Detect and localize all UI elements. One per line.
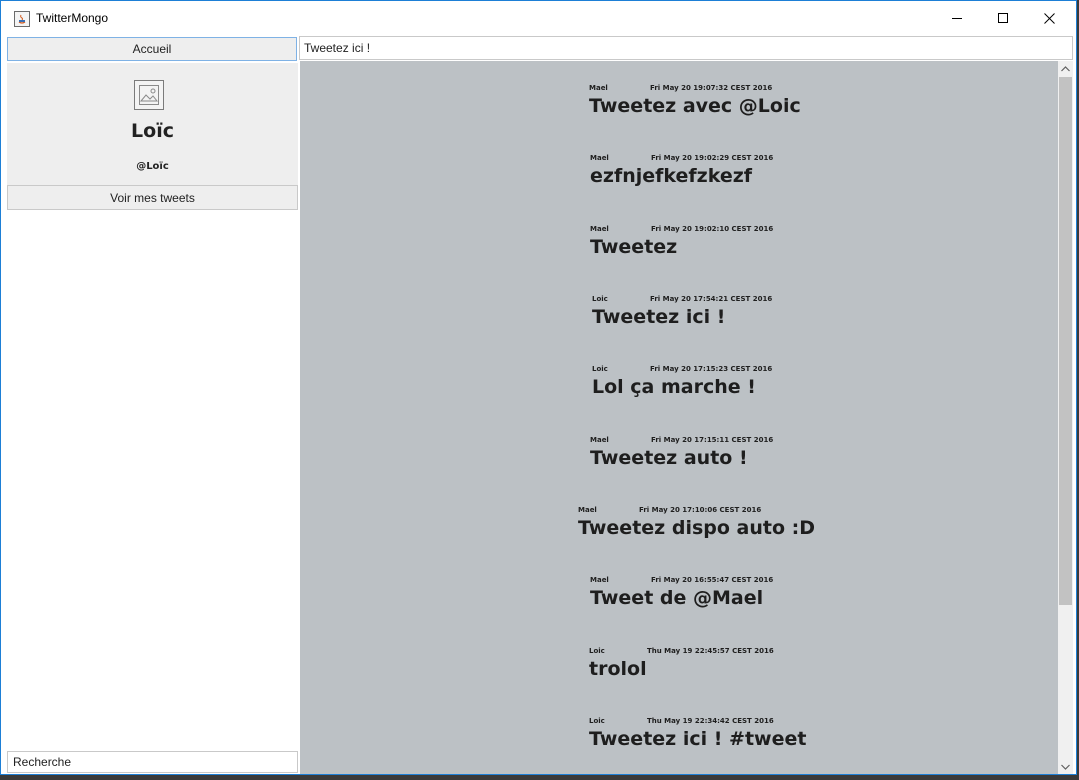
- tweet-feed[interactable]: Mael Fri May 20 19:07:32 CEST 2016 Tweet…: [300, 61, 1058, 774]
- tweet-date: Fri May 20 16:55:47 CEST 2016: [651, 576, 774, 584]
- window-title: TwitterMongo: [36, 11, 109, 25]
- tweet-author: Mael: [589, 84, 608, 92]
- java-app-icon: [14, 11, 30, 27]
- tweet-text: Tweetez: [590, 236, 678, 258]
- minimize-button[interactable]: [934, 1, 980, 35]
- sidebar: Accueil Loïc @Loïc Voir mes tweets: [6, 36, 299, 774]
- image-placeholder-icon: [139, 85, 159, 105]
- tweet-date: Fri May 20 17:15:23 CEST 2016: [650, 365, 773, 373]
- profile-handle: @Loïc: [136, 161, 169, 172]
- profile-name: Loïc: [131, 120, 174, 142]
- scroll-up-button[interactable]: [1058, 61, 1073, 76]
- tweet-text: Tweetez ici !: [592, 306, 726, 328]
- tweet-text: ezfnjefkefzkezf: [590, 165, 753, 187]
- search-input[interactable]: [7, 751, 298, 773]
- close-icon: [1043, 12, 1055, 24]
- tweet-date: Fri May 20 19:02:10 CEST 2016: [651, 225, 774, 233]
- tweet-date: Fri May 20 17:10:06 CEST 2016: [639, 506, 762, 514]
- tweet-text: trolol: [589, 658, 647, 680]
- tweet-author: Loic: [592, 365, 608, 373]
- tweet-date: Thu May 19 22:45:57 CEST 2016: [647, 647, 774, 655]
- close-button[interactable]: [1026, 1, 1072, 35]
- tweet-author: Mael: [578, 506, 597, 514]
- avatar: [134, 80, 164, 110]
- tweet-author: Mael: [590, 576, 609, 584]
- maximize-button[interactable]: [980, 1, 1026, 35]
- tweet-date: Fri May 20 17:54:21 CEST 2016: [650, 295, 773, 303]
- tweet-author: Loic: [592, 295, 608, 303]
- tweet-author: Loic: [589, 647, 605, 655]
- tweet-date: Fri May 20 17:15:11 CEST 2016: [651, 436, 774, 444]
- minimize-icon: [951, 17, 962, 19]
- scroll-thumb[interactable]: [1059, 77, 1072, 605]
- tweet-text: Lol ça marche !: [592, 376, 756, 398]
- chevron-up-icon: [1061, 65, 1070, 71]
- tweet-text: Tweetez dispo auto :D: [578, 517, 815, 539]
- tweet-compose-input[interactable]: [299, 36, 1073, 60]
- scroll-down-button[interactable]: [1058, 759, 1073, 774]
- tweet-author: Mael: [590, 154, 609, 162]
- tweet-text: Tweetez ici ! #tweet: [589, 728, 807, 750]
- tweet-text: Tweetez avec @Loic: [589, 95, 801, 117]
- tweet-author: Loic: [589, 717, 605, 725]
- tweet-date: Thu May 19 22:34:42 CEST 2016: [647, 717, 774, 725]
- my-tweets-button[interactable]: Voir mes tweets: [7, 185, 298, 210]
- tweet-author: Mael: [590, 225, 609, 233]
- maximize-icon: [997, 12, 1008, 23]
- tweet-text: Tweet de @Mael: [590, 587, 764, 609]
- home-button[interactable]: Accueil: [7, 37, 297, 61]
- chevron-down-icon: [1061, 764, 1070, 770]
- feed-scrollbar[interactable]: [1058, 61, 1073, 774]
- tweet-text: Tweetez auto !: [590, 447, 748, 469]
- profile-card: Loïc @Loïc: [7, 63, 298, 185]
- tweet-date: Fri May 20 19:02:29 CEST 2016: [651, 154, 774, 162]
- tweet-date: Fri May 20 19:07:32 CEST 2016: [650, 84, 773, 92]
- app-window: TwitterMongo Accueil Loïc @Loïc Voir mes…: [0, 0, 1077, 775]
- title-bar[interactable]: TwitterMongo: [1, 1, 1076, 35]
- tweet-author: Mael: [590, 436, 609, 444]
